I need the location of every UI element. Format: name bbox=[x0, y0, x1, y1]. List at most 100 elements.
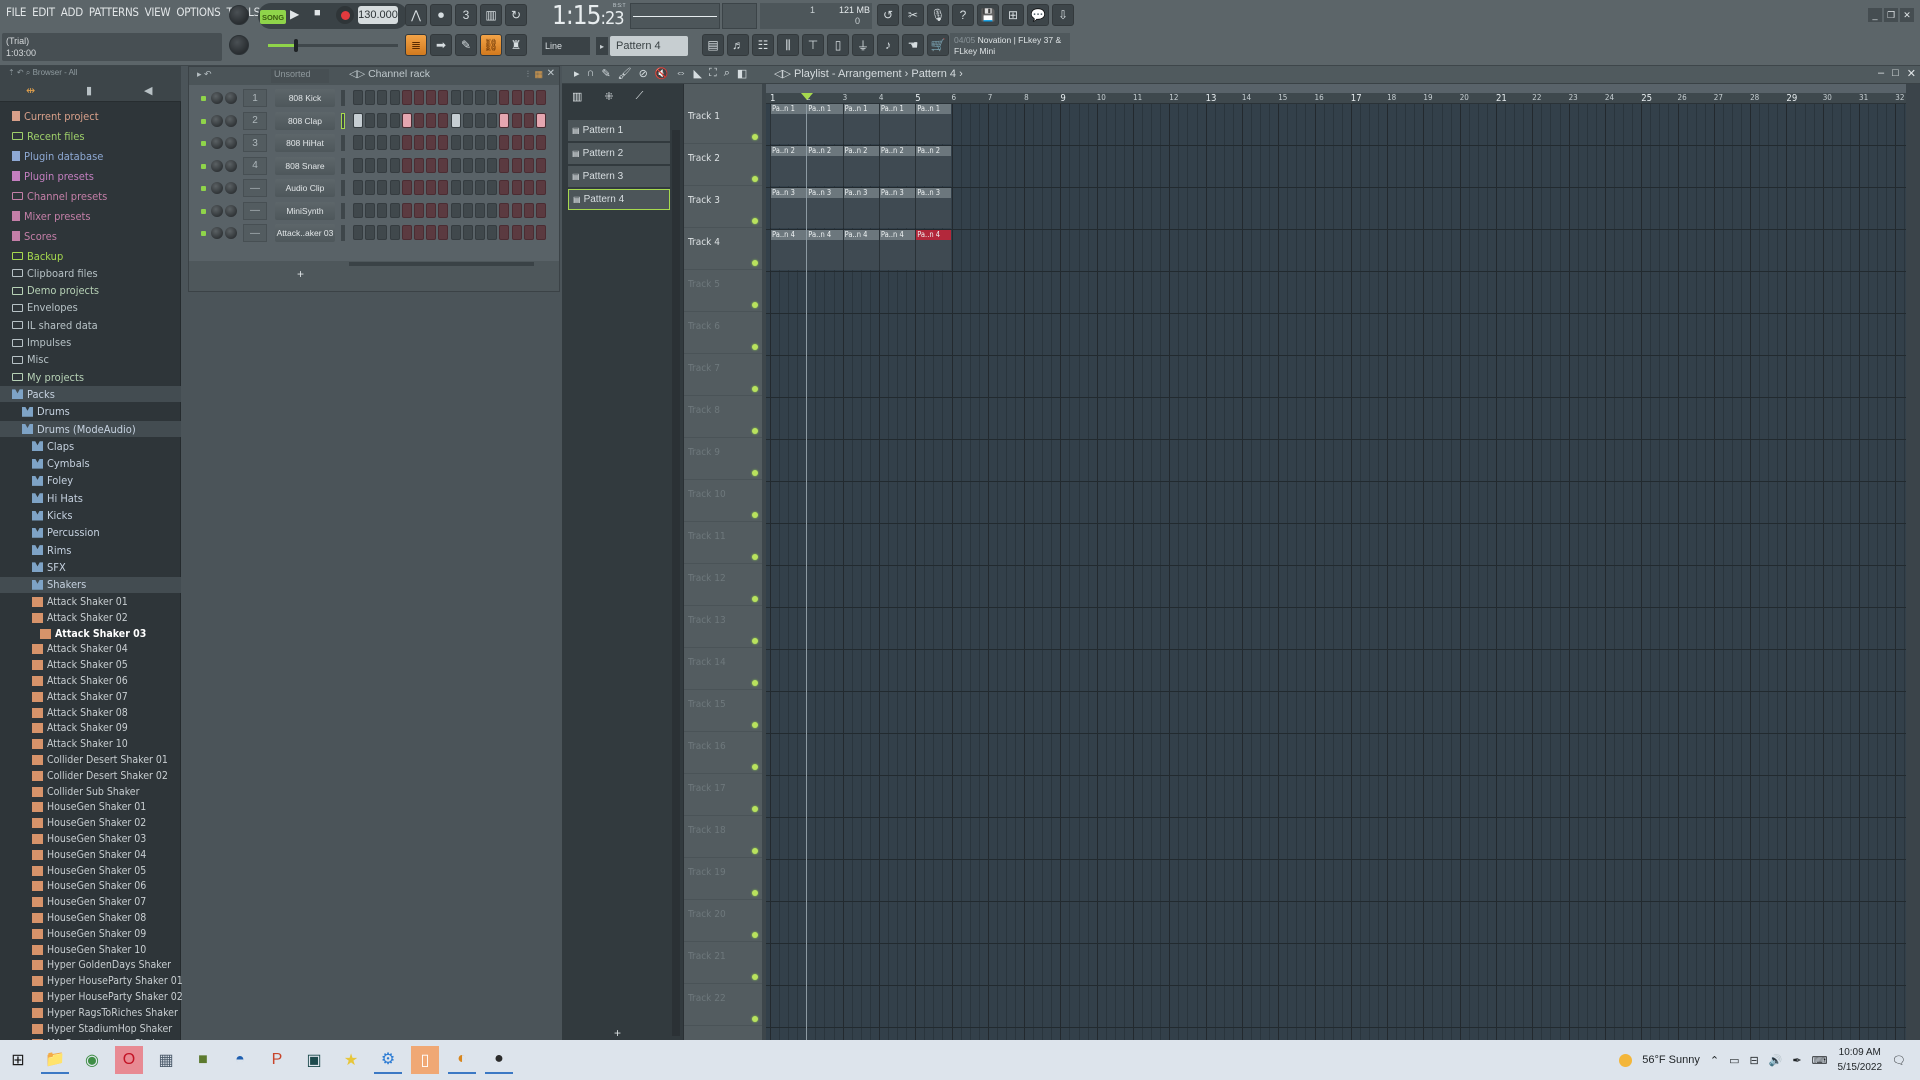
browser-item[interactable]: Misc bbox=[0, 352, 181, 368]
step-button[interactable] bbox=[365, 157, 376, 173]
step-button[interactable] bbox=[475, 135, 485, 150]
notifications-icon[interactable]: 🗨 bbox=[1892, 1054, 1906, 1067]
pattern-clip[interactable]: Pa..n 4 bbox=[842, 230, 879, 270]
step-button[interactable] bbox=[377, 112, 388, 128]
step-button[interactable] bbox=[523, 135, 534, 150]
browser-item[interactable]: SFX bbox=[0, 559, 181, 575]
piano-roll-icon[interactable]: ♬ bbox=[727, 34, 749, 56]
channel-mixer-track[interactable]: — bbox=[243, 201, 267, 220]
track-mute-led[interactable] bbox=[752, 596, 758, 602]
wait-for-input-icon[interactable]: ⏺ bbox=[430, 4, 452, 26]
step-button[interactable] bbox=[401, 202, 412, 218]
playlist-menu-icon[interactable]: ▸ bbox=[574, 67, 580, 80]
step-button[interactable] bbox=[401, 180, 412, 195]
pattern-clip[interactable]: Pa..n 1 bbox=[770, 104, 807, 144]
channel-select-indicator[interactable] bbox=[341, 135, 345, 151]
playlist-breadcrumb[interactable]: Pattern 4 bbox=[911, 68, 956, 80]
step-button[interactable] bbox=[499, 225, 510, 240]
browser-item[interactable]: HouseGen Shaker 05 bbox=[0, 863, 181, 879]
step-button[interactable] bbox=[389, 180, 400, 195]
step-button[interactable] bbox=[377, 135, 388, 150]
step-button[interactable] bbox=[523, 180, 534, 195]
step-button[interactable] bbox=[475, 225, 485, 240]
track-header[interactable]: Track 4 bbox=[684, 228, 762, 270]
browser-item[interactable]: Backup bbox=[0, 248, 181, 264]
channel-pan-knob[interactable] bbox=[211, 92, 223, 104]
step-button[interactable] bbox=[401, 225, 412, 240]
browser-item[interactable]: Collider Sub Shaker bbox=[0, 784, 181, 800]
browser-item[interactable]: IL shared data bbox=[0, 317, 181, 333]
stamp-icon[interactable]: ♜ bbox=[505, 34, 527, 56]
channel-rack-menu-icon[interactable]: ▸ ↶ bbox=[197, 69, 212, 80]
pattern-clip[interactable]: Pa..n 2 bbox=[878, 146, 916, 186]
pattern-clip[interactable]: Pa..n 4 bbox=[806, 230, 843, 270]
step-button[interactable] bbox=[414, 180, 424, 195]
track-mute-led[interactable] bbox=[752, 764, 758, 770]
channel-mute-led[interactable] bbox=[201, 208, 206, 214]
step-button[interactable] bbox=[536, 112, 546, 128]
step-button[interactable] bbox=[499, 180, 510, 195]
channel-name-button[interactable]: 808 Snare bbox=[275, 156, 335, 175]
channel-select-indicator[interactable] bbox=[341, 180, 345, 196]
browser-item[interactable]: Impulses bbox=[0, 335, 181, 351]
track-header[interactable]: Track 21 bbox=[684, 942, 762, 984]
track-header[interactable]: Track 18 bbox=[684, 816, 762, 858]
channel-select-indicator[interactable] bbox=[341, 157, 345, 174]
browser-item[interactable]: Claps bbox=[0, 438, 181, 454]
browser-item[interactable]: HouseGen Shaker 01 bbox=[0, 799, 181, 815]
steps-view-icon[interactable]: ▦ bbox=[534, 69, 543, 80]
browser-item[interactable]: Hi Hats bbox=[0, 490, 181, 506]
track-header[interactable]: Track 8 bbox=[684, 396, 762, 438]
track-mute-led[interactable] bbox=[752, 218, 758, 224]
channel-name-button[interactable]: 808 Clap bbox=[275, 111, 335, 130]
browser-item[interactable]: Attack Shaker 05 bbox=[0, 657, 181, 673]
step-button[interactable] bbox=[536, 90, 546, 105]
paint-tool-icon[interactable]: 🖌 bbox=[618, 67, 632, 80]
picker-automation-icon[interactable]: ⟋ bbox=[636, 90, 644, 103]
channel-mute-led[interactable] bbox=[201, 141, 206, 146]
playlist-icon[interactable]: ≣ bbox=[405, 34, 427, 56]
track-mute-led[interactable] bbox=[752, 302, 758, 308]
powerpoint-icon[interactable]: P bbox=[263, 1046, 291, 1074]
step-button[interactable] bbox=[536, 157, 546, 173]
browser-item[interactable]: Foley bbox=[0, 473, 181, 489]
timeline-ruler[interactable]: 1 2 3 4 5 6 7 8 9 10 11 12 13 14 15 16 17 18 19 20 21 22 23 24 2… bbox=[766, 84, 1906, 104]
playlist-vertical-scrollbar[interactable] bbox=[1906, 84, 1920, 1040]
track-header[interactable]: Track 17 bbox=[684, 774, 762, 816]
playlist-window-icon[interactable]: ▤ bbox=[702, 34, 724, 56]
channel-name-button[interactable]: 808 Kick bbox=[275, 89, 335, 107]
step-button[interactable] bbox=[499, 202, 510, 218]
track-header[interactable]: Track 22 bbox=[684, 984, 762, 1026]
track-mute-led[interactable] bbox=[752, 806, 758, 812]
menu-add[interactable]: ADD bbox=[61, 5, 83, 25]
master-slider[interactable] bbox=[268, 39, 398, 52]
step-button[interactable] bbox=[450, 157, 461, 173]
pattern-clip[interactable]: Pa..n 1 bbox=[842, 104, 879, 144]
playhead-marker[interactable] bbox=[801, 93, 814, 100]
obs-icon[interactable]: ● bbox=[485, 1046, 513, 1074]
playback-tool-icon[interactable]: ◧ bbox=[737, 67, 747, 80]
maximize-button[interactable]: ❐ bbox=[1884, 8, 1898, 22]
step-button[interactable] bbox=[511, 157, 522, 173]
pattern-clip[interactable]: Pa..n 2 bbox=[770, 146, 807, 186]
browser-item[interactable]: Kicks bbox=[0, 508, 181, 524]
step-button[interactable] bbox=[499, 135, 510, 150]
step-button[interactable] bbox=[475, 202, 485, 218]
track-header[interactable]: Track 12 bbox=[684, 564, 762, 606]
step-button[interactable] bbox=[401, 135, 412, 150]
track-header[interactable]: Track 9 bbox=[684, 438, 762, 480]
pattern-clip[interactable]: Pa..n 3 bbox=[842, 188, 879, 228]
browser-item[interactable]: HouseGen Shaker 03 bbox=[0, 831, 181, 847]
step-button[interactable] bbox=[414, 135, 424, 150]
step-button[interactable] bbox=[536, 225, 546, 240]
step-button[interactable] bbox=[499, 112, 510, 128]
channel-mute-led[interactable] bbox=[201, 186, 206, 191]
track-header[interactable]: Track 15 bbox=[684, 690, 762, 732]
browser-item[interactable]: Cymbals bbox=[0, 456, 181, 472]
channel-name-button[interactable]: Attack..aker 03 bbox=[275, 224, 335, 242]
channel-pan-knob[interactable] bbox=[211, 137, 223, 149]
channel-pan-knob[interactable] bbox=[211, 204, 223, 217]
step-button[interactable] bbox=[487, 225, 498, 240]
browser-item[interactable]: My projects bbox=[0, 369, 181, 385]
pattern-item[interactable]: ▤ Pattern 1 bbox=[568, 120, 670, 141]
